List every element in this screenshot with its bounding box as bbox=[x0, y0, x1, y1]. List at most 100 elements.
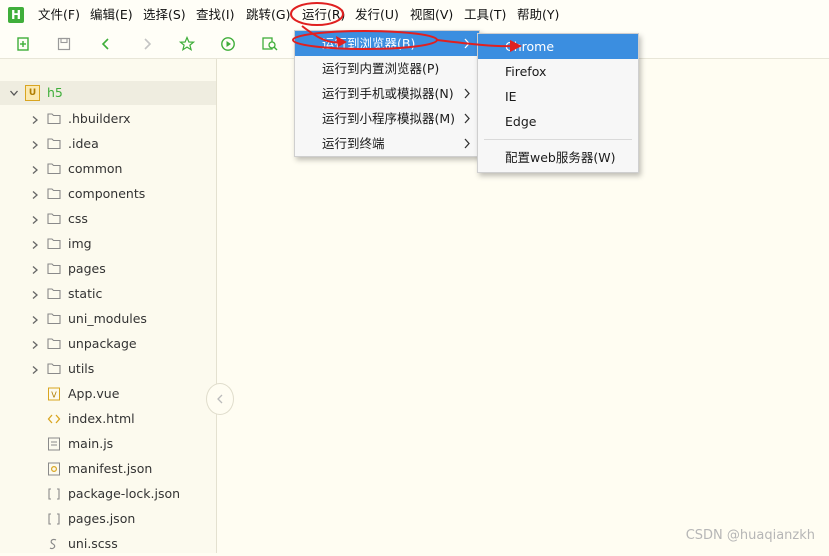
tree-item-main-js[interactable]: main.js bbox=[0, 431, 216, 456]
tree-item-pages[interactable]: pages bbox=[0, 256, 216, 281]
tree-item-label: App.vue bbox=[68, 386, 120, 401]
tree-item-label: manifest.json bbox=[68, 461, 153, 476]
tree-item-label: .idea bbox=[68, 136, 99, 151]
tree-root-label: h5 bbox=[47, 85, 63, 100]
menu-view[interactable]: 视图(V) bbox=[410, 6, 453, 24]
menu-file[interactable]: 文件(F) bbox=[38, 6, 80, 24]
tree-item-label: uni.scss bbox=[68, 536, 118, 551]
browser-menu-dropdown: Chrome Firefox IE Edge 配置web服务器(W) bbox=[477, 33, 639, 173]
tree-item-idea[interactable]: .idea bbox=[0, 131, 216, 156]
folder-icon bbox=[47, 337, 61, 350]
chevron-right-icon bbox=[464, 88, 470, 99]
folder-icon bbox=[47, 137, 61, 150]
tree-item-app-vue[interactable]: V App.vue bbox=[0, 381, 216, 406]
menu-select[interactable]: 选择(S) bbox=[143, 6, 186, 24]
menu-item-run-device[interactable]: 运行到手机或模拟器(N) bbox=[295, 81, 479, 106]
tree-item-uni-scss[interactable]: uni.scss bbox=[0, 531, 216, 556]
tree-item-label: package-lock.json bbox=[68, 486, 181, 501]
project-explorer: U h5 .hbuilderx .idea common components css i… bbox=[0, 59, 216, 553]
menu-item-run-browser[interactable]: 运行到浏览器(B) bbox=[295, 31, 479, 56]
folder-icon bbox=[47, 362, 61, 375]
chevron-right-icon bbox=[30, 288, 40, 299]
chevron-right-icon bbox=[30, 313, 40, 324]
uniapp-project-icon: U bbox=[25, 85, 40, 101]
tree-item-common[interactable]: common bbox=[0, 156, 216, 181]
menu-item-chrome[interactable]: Chrome bbox=[478, 34, 638, 59]
tree-item-manifest-json[interactable]: manifest.json bbox=[0, 456, 216, 481]
menubar: H 文件(F) 编辑(E) 选择(S) 查找(I) 跳转(G) 运行(R) 发行… bbox=[0, 0, 829, 30]
tree-item-label: .hbuilderx bbox=[68, 111, 131, 126]
chevron-left-icon bbox=[217, 394, 223, 404]
tree-item-img[interactable]: img bbox=[0, 231, 216, 256]
collapse-sidebar-handle[interactable] bbox=[206, 383, 234, 415]
save-icon[interactable] bbox=[53, 33, 75, 55]
chevron-right-icon bbox=[464, 113, 470, 124]
js-file-icon bbox=[47, 437, 61, 451]
menu-item-edge[interactable]: Edge bbox=[478, 109, 638, 134]
folder-icon bbox=[47, 112, 61, 125]
star-icon[interactable] bbox=[176, 33, 198, 55]
menu-item-run-miniprogram[interactable]: 运行到小程序模拟器(M) bbox=[295, 106, 479, 131]
menu-run[interactable]: 运行(R) bbox=[302, 6, 345, 24]
tree-item-css[interactable]: css bbox=[0, 206, 216, 231]
menu-item-run-builtin-browser[interactable]: 运行到内置浏览器(P) bbox=[295, 56, 479, 81]
manifest-file-icon bbox=[47, 462, 61, 476]
tree-item-label: static bbox=[68, 286, 103, 301]
tree-item-label: img bbox=[68, 236, 92, 251]
tree-item-label: pages bbox=[68, 261, 106, 276]
new-file-icon[interactable] bbox=[12, 33, 34, 55]
tree-item-uni-modules[interactable]: uni_modules bbox=[0, 306, 216, 331]
run-menu-dropdown: 运行到浏览器(B) 运行到内置浏览器(P) 运行到手机或模拟器(N) 运行到小程… bbox=[294, 30, 480, 157]
run-icon[interactable] bbox=[217, 33, 239, 55]
sidebar-divider bbox=[216, 59, 217, 553]
forward-icon[interactable] bbox=[136, 33, 158, 55]
chevron-right-icon bbox=[30, 188, 40, 199]
tree-item-hbuilderx[interactable]: .hbuilderx bbox=[0, 106, 216, 131]
chevron-right-icon bbox=[30, 238, 40, 249]
tree-item-static[interactable]: static bbox=[0, 281, 216, 306]
tree-item-label: css bbox=[68, 211, 88, 226]
scss-file-icon bbox=[47, 537, 61, 550]
chevron-right-icon bbox=[30, 213, 40, 224]
chevron-right-icon bbox=[30, 163, 40, 174]
tree-item-utils[interactable]: utils bbox=[0, 356, 216, 381]
folder-icon bbox=[47, 162, 61, 175]
folder-icon bbox=[47, 287, 61, 300]
menu-tools[interactable]: 工具(T) bbox=[464, 6, 506, 24]
chevron-right-icon bbox=[30, 363, 40, 374]
tree-item-label: pages.json bbox=[68, 511, 136, 526]
tree-item-label: main.js bbox=[68, 436, 114, 451]
menu-find[interactable]: 查找(I) bbox=[196, 6, 234, 24]
chevron-down-icon bbox=[10, 90, 18, 96]
json-file-icon bbox=[47, 487, 61, 500]
tree-item-components[interactable]: components bbox=[0, 181, 216, 206]
hbuilderx-logo: H bbox=[8, 7, 24, 23]
folder-icon bbox=[47, 262, 61, 275]
folder-icon bbox=[47, 212, 61, 225]
watermark: CSDN @huaqianzkh bbox=[685, 528, 815, 543]
menu-item-ie[interactable]: IE bbox=[478, 84, 638, 109]
menu-goto[interactable]: 跳转(G) bbox=[246, 6, 290, 24]
chevron-right-icon bbox=[30, 263, 40, 274]
tree-root-h5[interactable]: U h5 bbox=[0, 81, 216, 105]
menu-item-configure-web-server[interactable]: 配置web服务器(W) bbox=[478, 145, 638, 170]
menu-item-run-terminal[interactable]: 运行到终端 bbox=[295, 131, 479, 156]
tree-item-index-html[interactable]: index.html bbox=[0, 406, 216, 431]
folder-icon bbox=[47, 237, 61, 250]
menu-publish[interactable]: 发行(U) bbox=[355, 6, 399, 24]
tree-item-label: components bbox=[68, 186, 146, 201]
tree-item-package-lock-json[interactable]: package-lock.json bbox=[0, 481, 216, 506]
json-file-icon bbox=[47, 512, 61, 525]
preview-icon[interactable] bbox=[259, 33, 281, 55]
html-file-icon bbox=[47, 412, 61, 425]
tree-item-label: uni_modules bbox=[68, 311, 147, 326]
vue-file-icon: V bbox=[47, 387, 61, 401]
tree-item-unpackage[interactable]: unpackage bbox=[0, 331, 216, 356]
menu-help[interactable]: 帮助(Y) bbox=[517, 6, 559, 24]
back-icon[interactable] bbox=[95, 33, 117, 55]
folder-icon bbox=[47, 312, 61, 325]
tree-item-label: index.html bbox=[68, 411, 135, 426]
menu-item-firefox[interactable]: Firefox bbox=[478, 59, 638, 84]
tree-item-pages-json[interactable]: pages.json bbox=[0, 506, 216, 531]
menu-edit[interactable]: 编辑(E) bbox=[90, 6, 133, 24]
